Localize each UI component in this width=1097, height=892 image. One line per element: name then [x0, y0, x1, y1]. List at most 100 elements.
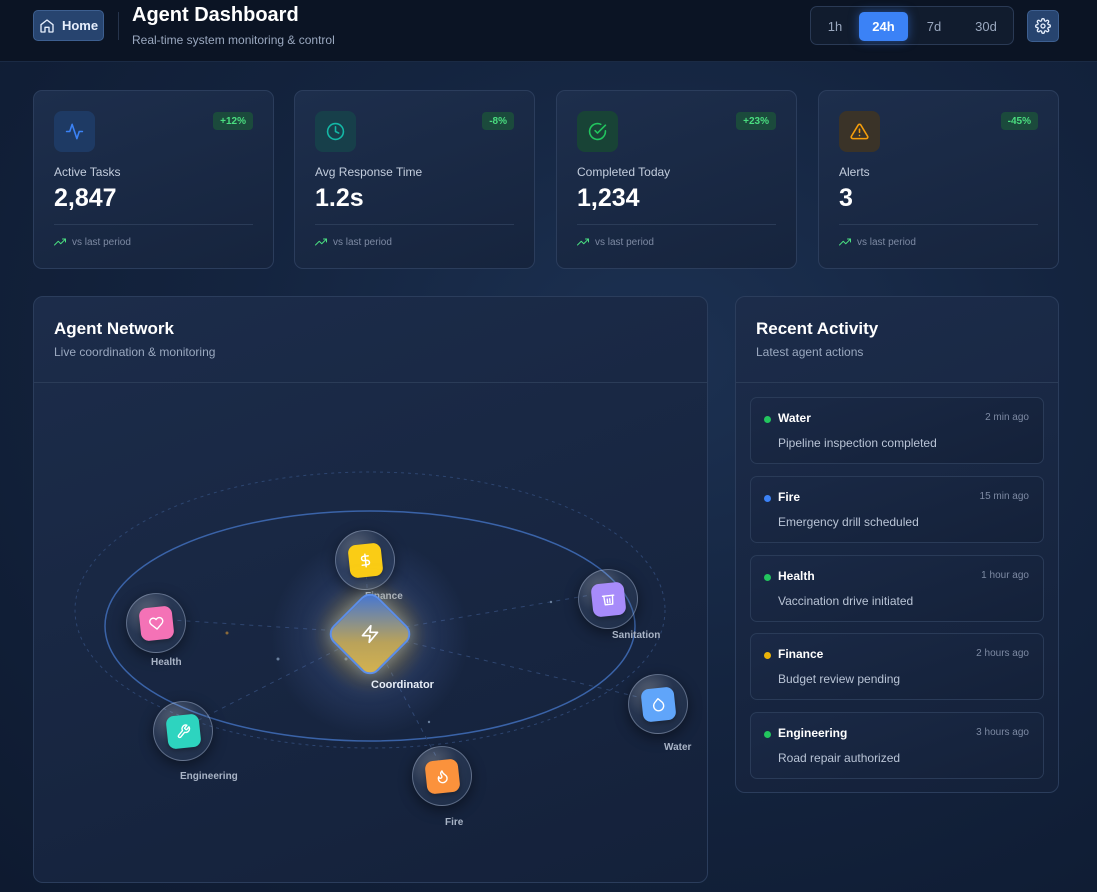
agent-node-water[interactable]: [628, 674, 688, 734]
check-circle-icon: [588, 122, 607, 141]
range-1h-button[interactable]: 1h: [817, 12, 853, 41]
droplet-icon: [652, 697, 664, 711]
agent-node-finance-tile: [346, 541, 384, 579]
activity-item[interactable]: Finance 2 hours ago Budget review pendin…: [750, 633, 1044, 700]
recent-activity-panel: Recent Activity Latest agent actions Wat…: [735, 296, 1059, 793]
trash-icon: [601, 593, 614, 606]
stat-value: 1.2s: [315, 184, 364, 212]
panel-subtitle: Latest agent actions: [756, 345, 864, 359]
trending-up-icon: [839, 238, 851, 246]
stat-label: Avg Response Time: [315, 165, 423, 179]
flame-icon: [437, 769, 448, 783]
activity-agent: Water: [778, 411, 811, 425]
stat-card-active-tasks: +12% Active Tasks 2,847 vs last period: [33, 90, 274, 269]
page-subtitle: Real-time system monitoring & control: [132, 33, 335, 47]
agent-node-finance[interactable]: [335, 530, 395, 590]
activity-time: 2 min ago: [985, 412, 1029, 423]
stat-card-completed-today: +23% Completed Today 1,234 vs last perio…: [556, 90, 797, 269]
stat-change-badge: +23%: [736, 112, 776, 130]
activity-time: 15 min ago: [979, 491, 1029, 502]
activity-item[interactable]: Health 1 hour ago Vaccination drive init…: [750, 555, 1044, 622]
stat-value: 3: [839, 184, 853, 212]
stat-footnote-text: vs last period: [333, 236, 392, 248]
time-range-selector: 1h 24h 7d 30d: [810, 6, 1014, 45]
stat-footnote-text: vs last period: [595, 236, 654, 248]
status-dot: [764, 731, 771, 738]
activity-item[interactable]: Water 2 min ago Pipeline inspection comp…: [750, 397, 1044, 464]
stat-divider: [839, 224, 1038, 225]
stat-card-avg-response-time: -8% Avg Response Time 1.2s vs last perio…: [294, 90, 535, 269]
range-30d-button[interactable]: 30d: [964, 12, 1008, 41]
trending-up-icon: [315, 238, 327, 246]
activity-time: 3 hours ago: [976, 727, 1029, 738]
panel-divider: [736, 382, 1058, 383]
activity-agent: Finance: [778, 647, 824, 661]
panel-subtitle: Live coordination & monitoring: [54, 345, 216, 359]
agent-node-sanitation[interactable]: [578, 569, 638, 629]
agent-label-health: Health: [151, 657, 182, 668]
wrench-icon: [177, 723, 190, 738]
stat-divider: [577, 224, 776, 225]
status-dot: [764, 416, 771, 423]
stat-icon-box: [577, 111, 618, 152]
agent-label-water: Water: [664, 742, 692, 753]
stat-icon-box: [839, 111, 880, 152]
alert-triangle-icon: [850, 123, 869, 140]
agent-label-engineering: Engineering: [180, 771, 238, 782]
activity-description: Vaccination drive initiated: [778, 594, 914, 608]
header-divider: [118, 12, 119, 40]
activity-description: Road repair authorized: [778, 751, 901, 765]
agent-node-water-tile: [639, 685, 677, 723]
activity-agent: Fire: [778, 490, 801, 504]
agent-node-engineering[interactable]: [153, 701, 213, 761]
stat-footnote: vs last period: [54, 236, 131, 248]
panel-title: Agent Network: [54, 319, 174, 338]
stat-footnote: vs last period: [315, 236, 392, 248]
stat-change-badge: -45%: [1000, 112, 1038, 130]
activity-item[interactable]: Fire 15 min ago Emergency drill schedule…: [750, 476, 1044, 543]
activity-item[interactable]: Engineering 3 hours ago Road repair auth…: [750, 712, 1044, 779]
stat-footnote: vs last period: [839, 236, 916, 248]
stat-label: Active Tasks: [54, 165, 121, 179]
stat-footnote-text: vs last period: [857, 236, 916, 248]
home-button[interactable]: Home: [33, 10, 104, 41]
agent-node-sanitation-tile: [589, 580, 627, 618]
stat-icon-box: [315, 111, 356, 152]
activity-agent: Health: [778, 569, 815, 583]
status-dot: [764, 574, 771, 581]
range-7d-button[interactable]: 7d: [915, 12, 953, 41]
activity-icon: [65, 123, 84, 140]
page-title: Agent Dashboard: [132, 4, 299, 26]
activity-time: 1 hour ago: [981, 570, 1029, 581]
agent-node-engineering-tile: [164, 712, 202, 750]
dollar-icon: [360, 553, 370, 567]
stat-value: 2,847: [54, 184, 117, 212]
activity-description: Budget review pending: [778, 672, 901, 686]
home-label: Home: [61, 18, 99, 33]
agent-label-sanitation: Sanitation: [612, 630, 661, 641]
agent-network-panel: Agent Network Live coordination & monito…: [33, 296, 708, 883]
stat-change-badge: -8%: [482, 112, 514, 130]
stat-divider: [54, 224, 253, 225]
heart-icon: [148, 616, 163, 630]
range-24h-button[interactable]: 24h: [859, 12, 908, 41]
stat-label: Alerts: [839, 165, 870, 179]
stat-label: Completed Today: [577, 165, 671, 179]
settings-button[interactable]: [1027, 10, 1059, 42]
clock-icon: [326, 122, 345, 141]
trending-up-icon: [54, 238, 66, 246]
agent-node-fire[interactable]: [412, 746, 472, 806]
stat-icon-box: [54, 111, 95, 152]
status-dot: [764, 652, 771, 659]
top-header: Home Agent Dashboard Real-time system mo…: [0, 0, 1097, 62]
stat-divider: [315, 224, 514, 225]
activity-description: Emergency drill scheduled: [778, 515, 919, 529]
home-icon: [40, 18, 54, 33]
stat-footnote: vs last period: [577, 236, 654, 248]
trending-up-icon: [577, 238, 589, 246]
zap-icon: [361, 624, 379, 644]
activity-time: 2 hours ago: [976, 648, 1029, 659]
agent-node-health[interactable]: [126, 593, 186, 653]
status-dot: [764, 495, 771, 502]
gear-icon: [1035, 18, 1051, 34]
